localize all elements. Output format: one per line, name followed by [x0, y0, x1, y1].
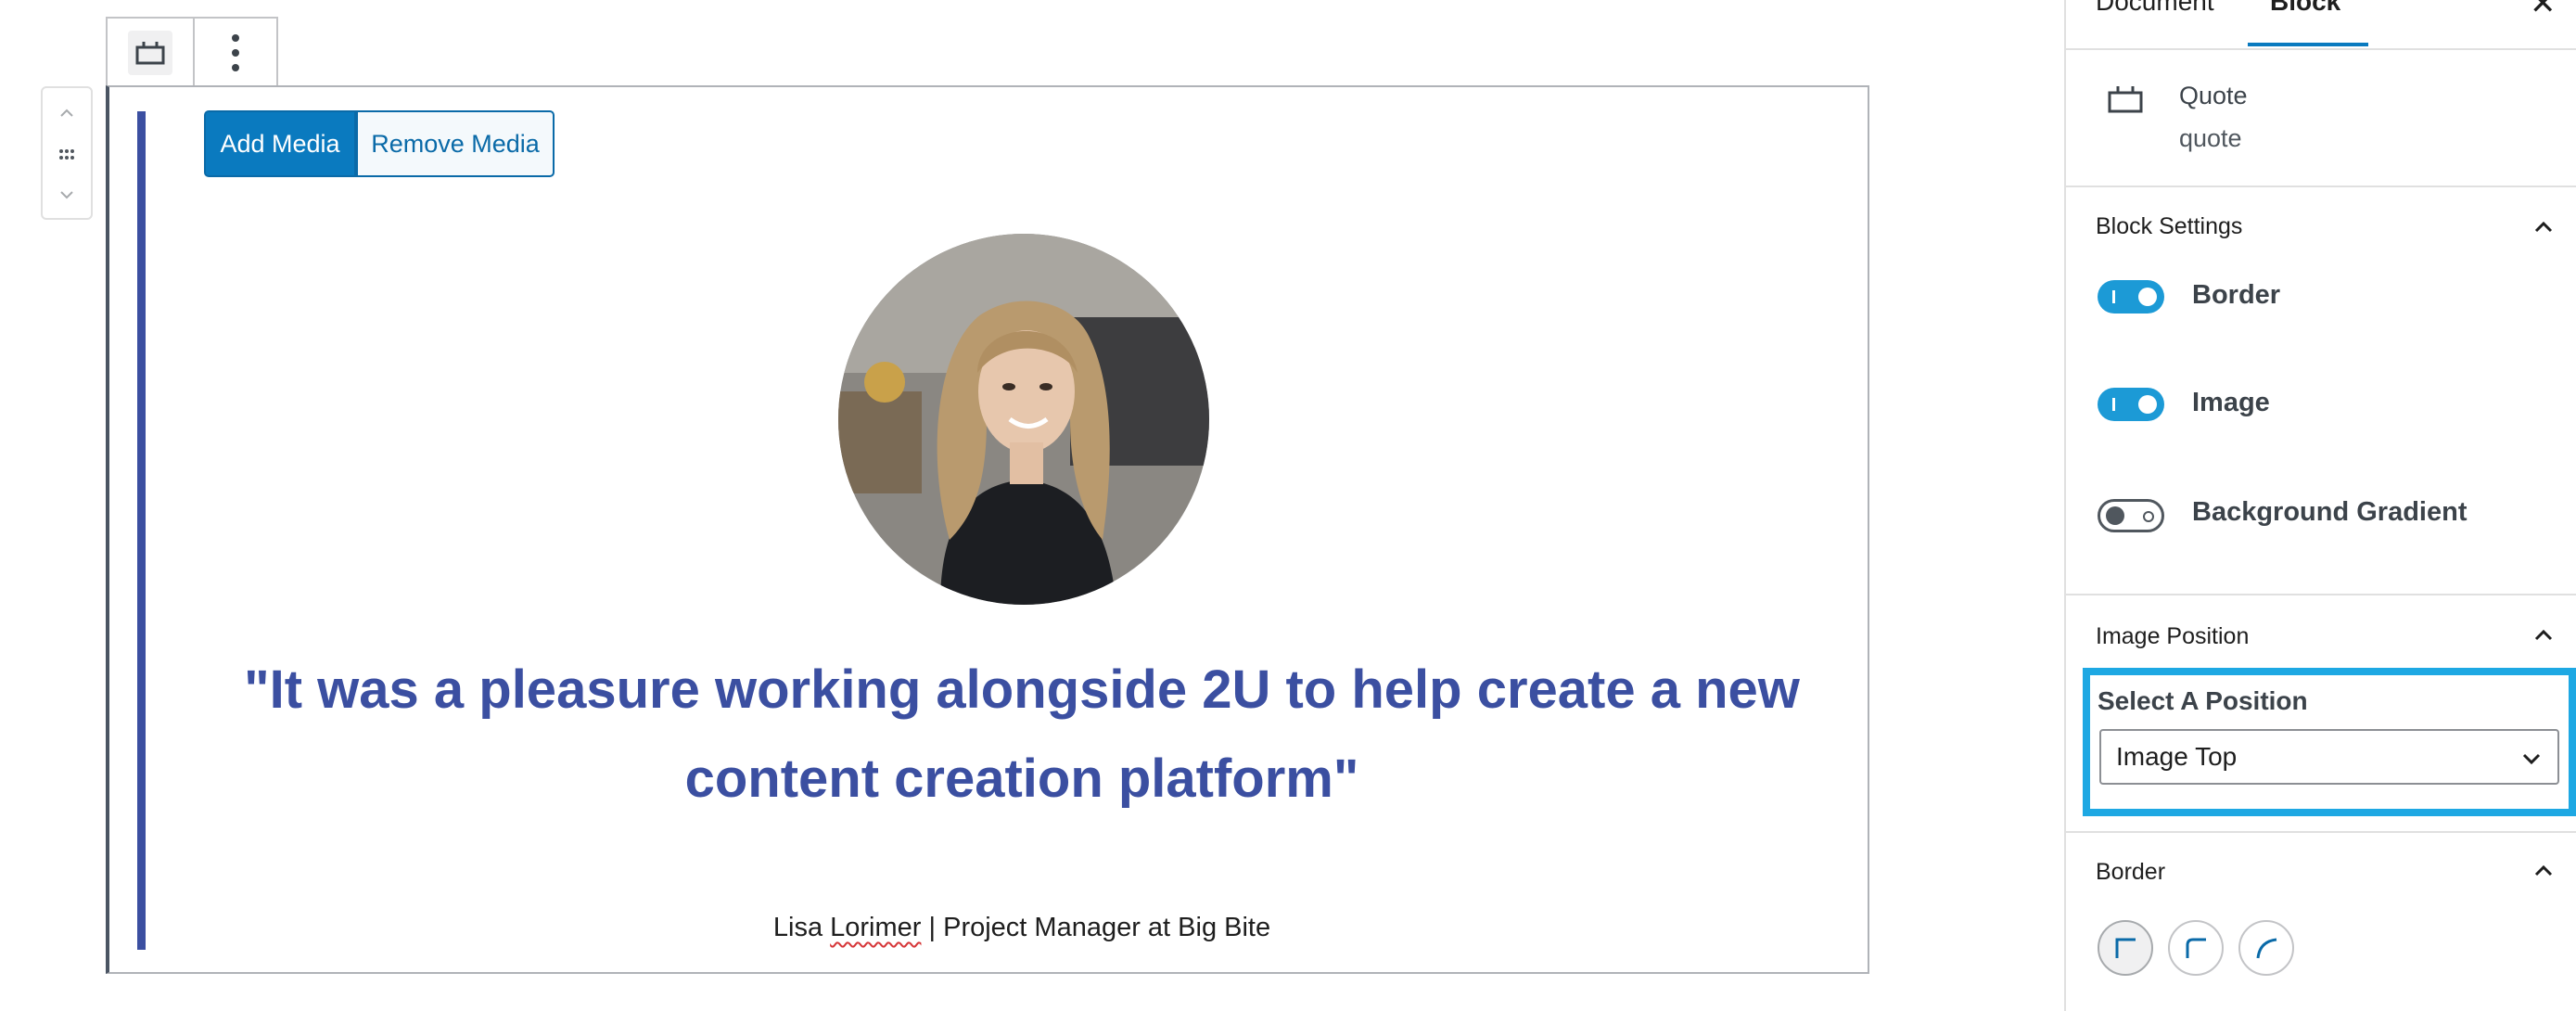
chevron-up-icon	[60, 109, 73, 117]
add-media-button[interactable]: Add Media	[204, 110, 356, 177]
border-toggle[interactable]	[2098, 280, 2164, 314]
square-corner-icon	[2115, 938, 2136, 958]
media-buttons: Add Media Remove Media	[204, 110, 555, 177]
chevron-down-icon	[60, 191, 73, 199]
block-toolbar	[106, 17, 278, 87]
image-position-heading[interactable]: Image Position	[2096, 623, 2249, 650]
chevron-up-icon[interactable]	[2530, 213, 2557, 241]
curved-corner-icon	[2256, 938, 2277, 959]
block-card-title: Quote	[2179, 82, 2248, 109]
block-type-button[interactable]	[108, 19, 195, 87]
block-mover	[41, 86, 93, 220]
quote-citation[interactable]: Lisa Lorimer | Project Manager at Big Bi…	[167, 913, 1877, 943]
settings-sidebar: Document Block ✕ Quote quote Block Setti…	[2064, 0, 2576, 1011]
more-options-button[interactable]	[193, 19, 278, 87]
position-select-value: Image Top	[2116, 742, 2238, 771]
border-heading[interactable]: Border	[2096, 859, 2165, 886]
background-gradient-toggle[interactable]	[2098, 499, 2164, 532]
active-tab-indicator	[2248, 43, 2368, 46]
close-icon: ✕	[2530, 0, 2557, 21]
drag-handle[interactable]	[43, 138, 91, 172]
rounded-corner-icon	[2186, 938, 2206, 958]
background-gradient-toggle-label: Background Gradient	[2192, 497, 2468, 527]
block-card-subtitle: quote	[2179, 124, 2242, 152]
quote-avatar-image[interactable]	[838, 234, 1209, 605]
position-select-label: Select A Position	[2098, 686, 2308, 715]
close-sidebar-button[interactable]: ✕	[2530, 0, 2557, 22]
position-select[interactable]: Image Top	[2099, 729, 2559, 785]
block-card: Quote quote	[2066, 50, 2576, 187]
quote-text[interactable]: "It was a pleasure working alongside 2U …	[167, 646, 1877, 824]
citation-last-name: Lorimer	[830, 913, 922, 942]
quote-block-icon	[135, 42, 165, 65]
block-settings-heading[interactable]: Block Settings	[2096, 213, 2242, 240]
quote-block-icon	[2108, 86, 2143, 113]
chevron-up-icon[interactable]	[2530, 621, 2557, 649]
citation-first-name: Lisa	[772, 913, 831, 942]
kebab-menu-icon	[232, 34, 239, 71]
rounded-corner-button[interactable]	[2168, 920, 2224, 976]
tab-document[interactable]: Document	[2096, 0, 2214, 17]
curved-corner-button[interactable]	[2238, 920, 2294, 976]
chevron-down-icon	[2522, 753, 2541, 765]
chevron-up-icon[interactable]	[2530, 857, 2557, 885]
move-up-button[interactable]	[43, 96, 91, 129]
drag-icon	[59, 149, 74, 160]
sidebar-tabs: Document Block ✕	[2066, 0, 2576, 50]
quote-border-bar	[137, 111, 146, 950]
remove-media-button[interactable]: Remove Media	[356, 110, 555, 177]
border-toggle-label: Border	[2192, 280, 2281, 310]
square-corner-button[interactable]	[2098, 920, 2153, 976]
tab-block[interactable]: Block	[2270, 0, 2340, 17]
citation-role: | Project Manager at Big Bite	[921, 913, 1271, 942]
move-down-button[interactable]	[43, 179, 91, 212]
image-toggle[interactable]	[2098, 388, 2164, 421]
divider	[2066, 831, 2576, 833]
image-toggle-label: Image	[2192, 388, 2270, 417]
divider	[2066, 594, 2576, 595]
